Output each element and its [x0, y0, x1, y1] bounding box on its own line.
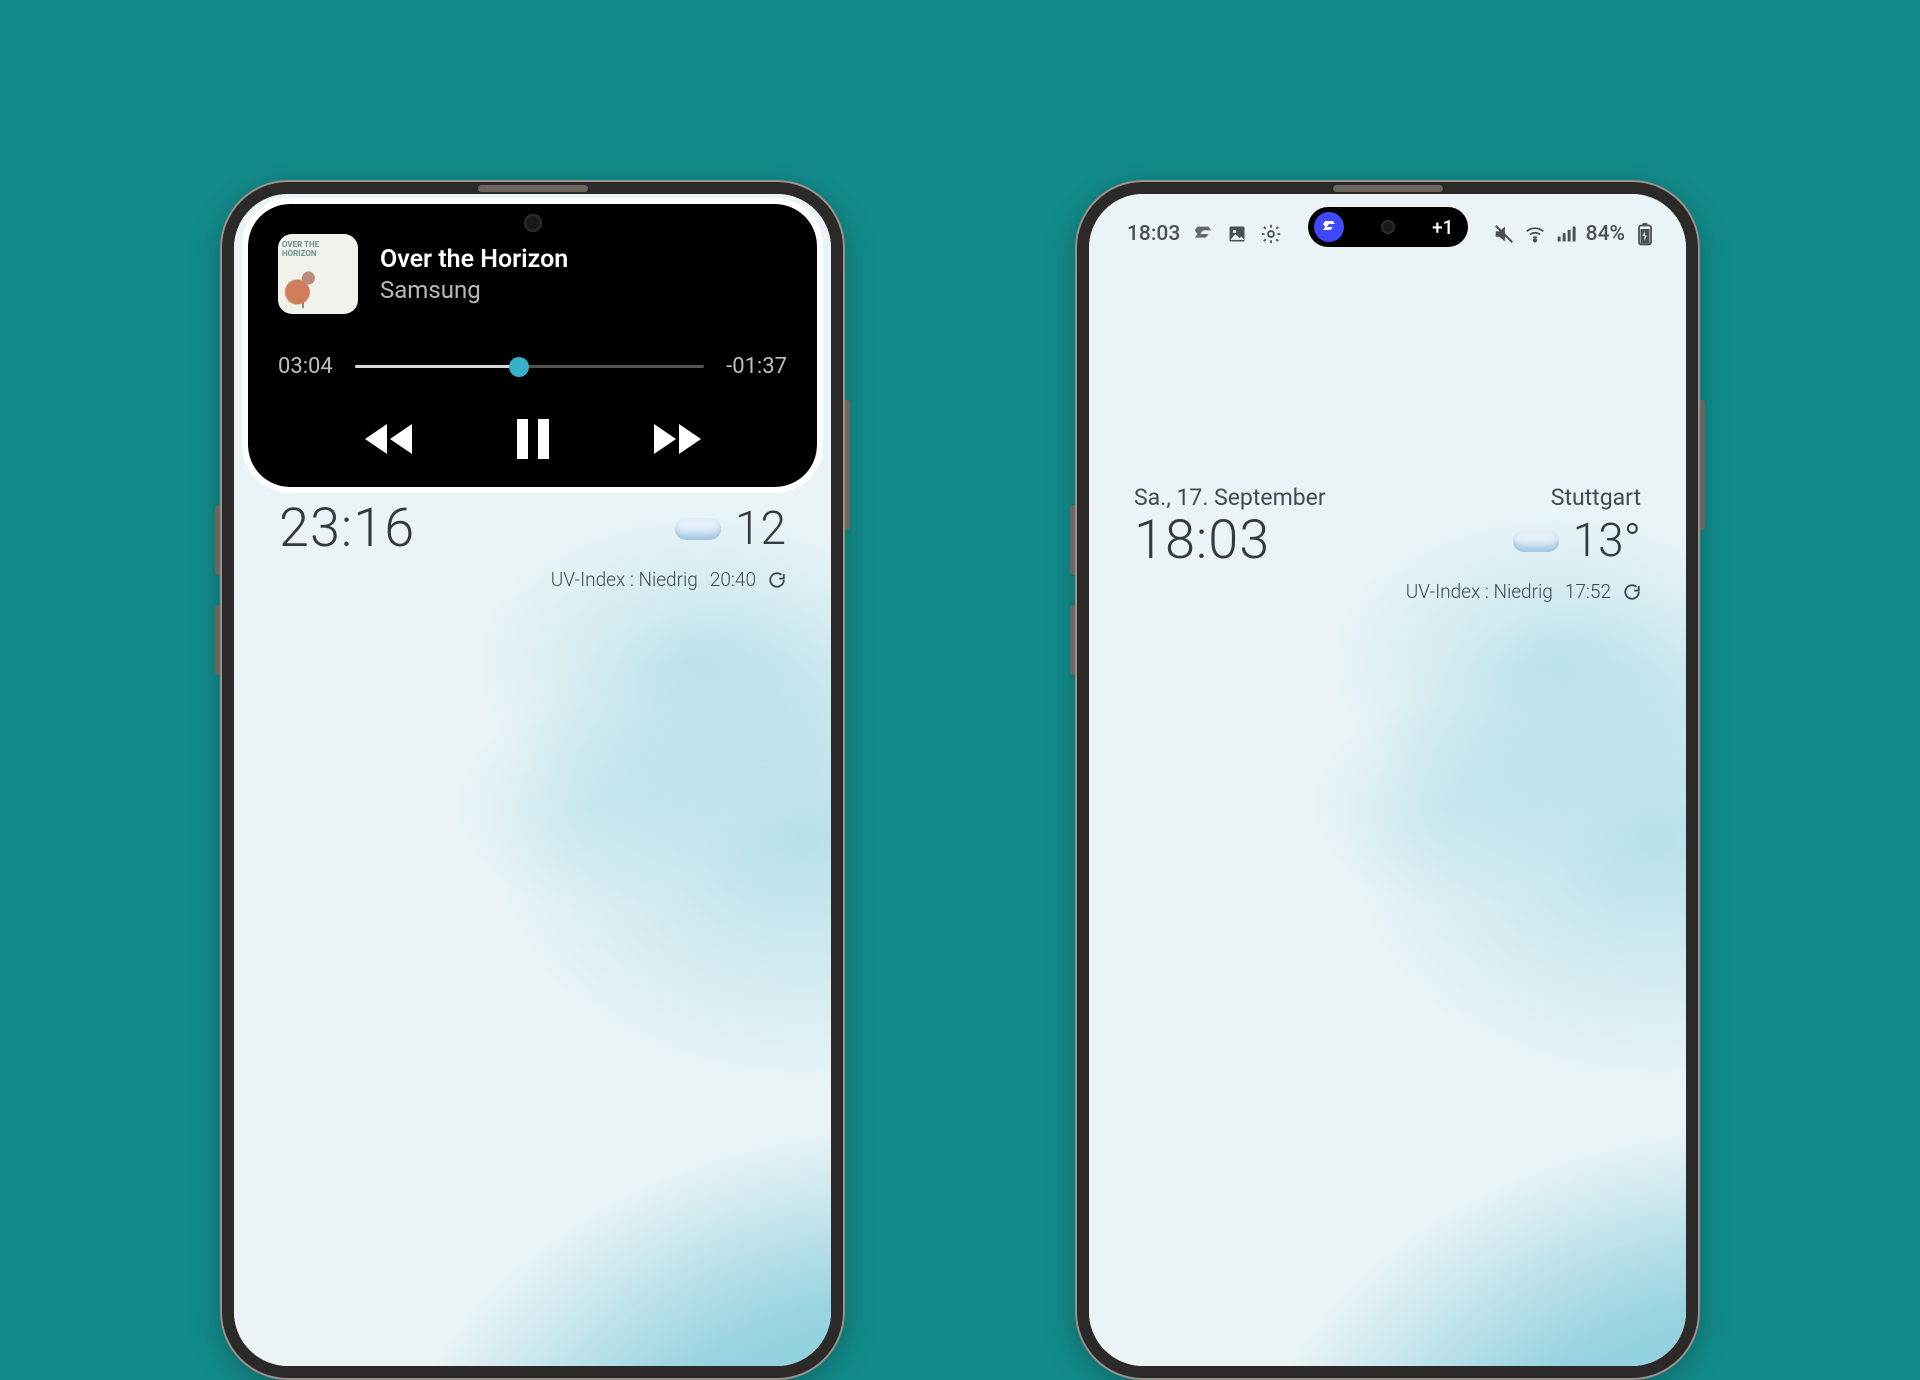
uv-index: UV-Index : Niedrig: [1406, 580, 1553, 603]
updated-time: 17:52: [1565, 580, 1611, 603]
widget-city: Stuttgart: [1551, 484, 1641, 511]
home-widget-left[interactable]: 23:16 12 UV-Index : Niedrig 20:40: [279, 499, 786, 591]
camera-hole-icon: [1381, 220, 1395, 234]
image-icon: [1226, 223, 1248, 245]
status-right: 84%: [1493, 222, 1656, 246]
widget-main-row: 18:03 13°: [1134, 509, 1641, 572]
status-time: 18:03: [1127, 222, 1180, 246]
cloud-icon: [1513, 530, 1559, 552]
gear-icon: [1260, 223, 1282, 245]
forward-button[interactable]: [652, 422, 704, 456]
screen-left: OVER THE HORIZON Over the Horizon Samsun…: [234, 194, 831, 1366]
album-art[interactable]: OVER THE HORIZON: [278, 234, 358, 314]
uv-index: UV-Index : Niedrig: [551, 568, 698, 591]
camera-hole-icon: [524, 214, 542, 232]
cloud-icon: [675, 518, 721, 540]
battery-percent: 84%: [1586, 222, 1625, 246]
progress-row: 03:04 -01:37: [278, 354, 787, 379]
updated-time: 20:40: [710, 568, 756, 591]
pill-app-badge: [1314, 212, 1344, 242]
stage: OVER THE HORIZON Over the Horizon Samsun…: [220, 0, 1700, 1380]
widget-main-row: 23:16 12: [279, 497, 786, 560]
earpiece: [1333, 185, 1443, 192]
now-playing-panel[interactable]: OVER THE HORIZON Over the Horizon Samsun…: [248, 204, 817, 487]
now-playing-header: OVER THE HORIZON Over the Horizon Samsun…: [278, 234, 787, 314]
earpiece: [478, 185, 588, 192]
app-g-icon: [1192, 223, 1214, 245]
progress-fill: [355, 365, 519, 368]
widget-date: Sa., 17. September: [1134, 484, 1326, 511]
battery-icon: [1634, 223, 1656, 245]
widget-sub-row: UV-Index : Niedrig 20:40: [279, 568, 786, 591]
pill-app-g-icon: [1320, 218, 1338, 236]
widget-temperature: 12: [675, 502, 786, 556]
track-title: Over the Horizon: [380, 245, 568, 274]
widget-clock: 23:16: [279, 497, 415, 560]
rewind-button[interactable]: [362, 422, 414, 456]
island-pill[interactable]: +1: [1308, 207, 1468, 247]
phone-left: OVER THE HORIZON Over the Horizon Samsun…: [220, 180, 845, 1380]
track-artist: Samsung: [380, 276, 568, 304]
progress-slider[interactable]: [355, 365, 704, 368]
wifi-icon: [1524, 223, 1546, 245]
wallpaper: [1089, 194, 1686, 1366]
widget-temperature: 13°: [1513, 514, 1641, 568]
status-left: 18:03: [1127, 222, 1282, 246]
signal-icon: [1555, 223, 1577, 245]
widget-top-row: Sa., 17. September Stuttgart: [1134, 484, 1641, 511]
time-elapsed: 03:04: [278, 354, 333, 379]
pause-icon: [514, 419, 552, 459]
pill-count: +1: [1432, 216, 1453, 239]
rewind-icon: [362, 422, 414, 456]
widget-sub-row: UV-Index : Niedrig 17:52: [1134, 580, 1641, 603]
pause-button[interactable]: [514, 419, 552, 459]
refresh-icon[interactable]: [768, 571, 786, 589]
track-text: Over the Horizon Samsung: [380, 245, 568, 304]
phone-right: 18:03: [1075, 180, 1700, 1380]
album-art-label: OVER THE HORIZON: [282, 240, 354, 258]
refresh-icon[interactable]: [1623, 583, 1641, 601]
screen-right: 18:03: [1089, 194, 1686, 1366]
mute-icon: [1493, 223, 1515, 245]
playback-controls: [278, 419, 787, 459]
time-remaining: -01:37: [726, 354, 787, 379]
home-widget-right[interactable]: Sa., 17. September Stuttgart 18:03 13° U…: [1134, 484, 1641, 603]
forward-icon: [652, 422, 704, 456]
progress-thumb-icon[interactable]: [509, 357, 529, 377]
album-art-figure-icon: [282, 268, 326, 308]
widget-clock: 18:03: [1134, 509, 1270, 572]
